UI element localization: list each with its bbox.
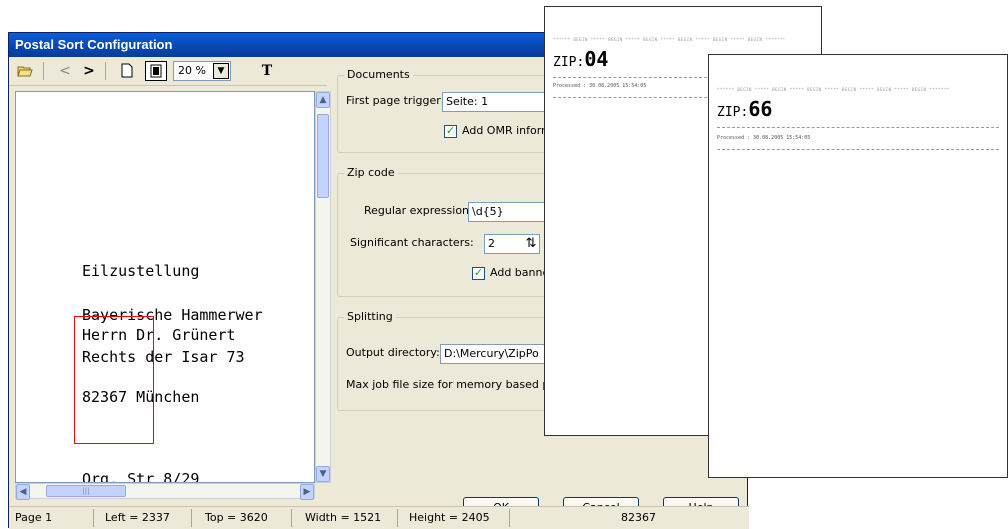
max-job-label: Max job file size for memory based pro (346, 378, 561, 391)
regex-label: Regular expression: (364, 204, 473, 217)
status-separator (191, 509, 192, 527)
documents-group: Documents First page trigger: Seite: 1 ✓… (337, 68, 561, 153)
significant-chars-label: Significant characters: (350, 236, 474, 249)
add-banner-label: Add banne (490, 266, 550, 279)
zip-heading: ZIP:66 (717, 97, 772, 121)
splitting-legend: Splitting (344, 310, 396, 323)
forward-button[interactable]: > (81, 61, 97, 81)
preview-line: Eilzustellung (82, 262, 200, 280)
document-preview[interactable]: Eilzustellung Bayerische Hammerwer Herrn… (15, 91, 315, 483)
zip-value: 04 (584, 47, 609, 71)
first-page-trigger-label: First page trigger: (346, 94, 445, 107)
back-button[interactable]: < (57, 61, 73, 81)
add-omr-label: Add OMR inform (462, 124, 552, 137)
banner-text: ****** BEGIN ***** BEGIN ***** BEGIN ***… (553, 37, 786, 42)
dashed-rule (717, 127, 999, 128)
status-separator (291, 509, 292, 527)
add-banner-checkbox[interactable]: ✓ (472, 267, 485, 280)
processed-timestamp: Processed : 30.08.2005 15:54:05 (553, 83, 647, 89)
toolbar-separator (43, 62, 44, 80)
output-dir-input[interactable]: D:\Mercury\ZipPo (440, 344, 560, 364)
status-left: Left = 2337 (105, 511, 170, 524)
status-page: Page 1 (15, 511, 53, 524)
status-separator (509, 509, 510, 527)
toolbar-separator (105, 62, 106, 80)
scroll-up-icon[interactable]: ▲ (316, 92, 330, 108)
fit-page-icon[interactable] (145, 61, 167, 81)
dashed-rule (717, 149, 999, 150)
preview-horizontal-scrollbar[interactable]: ◀ ||| ▶ (15, 483, 315, 500)
window-title: Postal Sort Configuration (15, 37, 173, 52)
chevron-down-icon[interactable]: ▼ (213, 63, 229, 79)
status-separator (397, 509, 398, 527)
vertical-scroll-thumb[interactable] (317, 114, 329, 198)
single-page-icon[interactable] (117, 61, 137, 81)
status-separator (93, 509, 94, 527)
output-dir-label: Output directory: (346, 346, 440, 359)
preview-vertical-scrollbar[interactable]: ▲ ▼ (315, 91, 331, 483)
zip-code-group: Zip code Regular expression: \d{5} Signi… (337, 166, 561, 297)
status-width: Width = 1521 (305, 511, 382, 524)
processed-timestamp: Processed : 30.08.2005 15:54:05 (717, 135, 811, 141)
spinner-icon[interactable]: ⇅ (522, 235, 540, 253)
preview-toolbar: < > 20 % ▼ T (9, 57, 327, 86)
scroll-left-icon[interactable]: ◀ (16, 484, 30, 500)
zoom-select[interactable]: 20 % ▼ (173, 61, 231, 81)
status-height: Height = 2405 (409, 511, 490, 524)
font-icon[interactable]: T (257, 61, 277, 81)
zoom-value: 20 % (178, 64, 206, 77)
zip-label: ZIP: (553, 55, 585, 70)
status-top: Top = 3620 (205, 511, 268, 524)
banner-page-66: ****** BEGIN ***** BEGIN ***** BEGIN ***… (708, 54, 1008, 478)
first-page-trigger-input[interactable]: Seite: 1 (442, 92, 552, 112)
add-omr-checkbox[interactable]: ✓ (444, 125, 457, 138)
banner-text: ****** BEGIN ***** BEGIN ***** BEGIN ***… (717, 87, 950, 92)
zip-value: 66 (748, 97, 773, 121)
splitting-group: Splitting Output directory: D:\Mercury\Z… (337, 310, 561, 411)
zip-label: ZIP: (717, 105, 749, 120)
scroll-down-icon[interactable]: ▼ (316, 466, 330, 482)
status-bar: Page 1 Left = 2337 Top = 3620 Width = 15… (9, 506, 749, 529)
preview-line: Org. Str 8/29 (82, 470, 200, 483)
horizontal-scroll-thumb[interactable]: ||| (46, 485, 126, 497)
scroll-right-icon[interactable]: ▶ (300, 484, 314, 500)
status-zip: 82367 (621, 511, 656, 524)
zip-code-legend: Zip code (344, 166, 398, 179)
folder-open-icon[interactable] (15, 61, 35, 81)
zip-selection-rectangle[interactable] (74, 316, 154, 444)
documents-legend: Documents (344, 68, 413, 81)
zip-heading: ZIP:04 (553, 47, 608, 71)
